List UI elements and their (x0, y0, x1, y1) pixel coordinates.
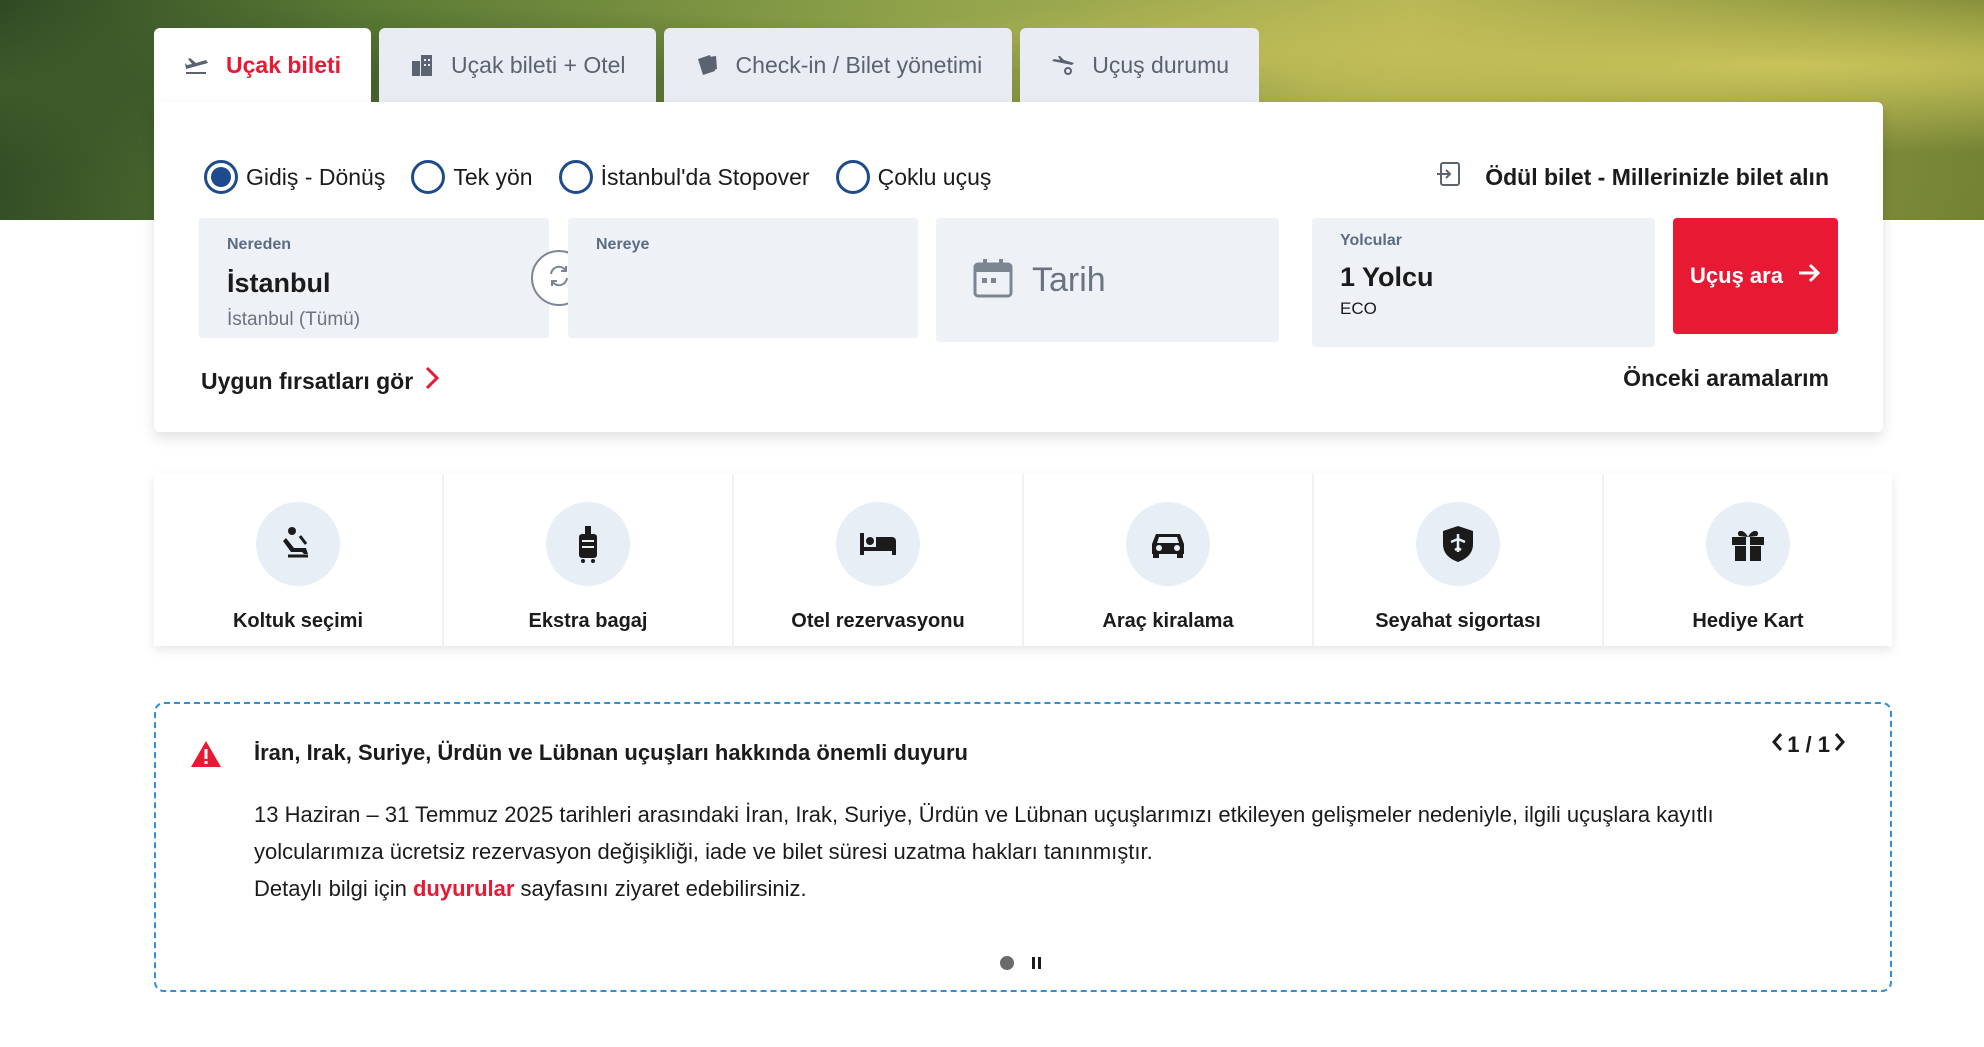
pause-icon[interactable] (1032, 957, 1041, 969)
search-button-label: Uçuş ara (1690, 263, 1783, 288)
carousel-dot[interactable] (1000, 956, 1014, 970)
shield-plane-icon (1416, 502, 1500, 586)
trip-type-label: Tek yön (453, 163, 533, 190)
trip-type-group: Gidiş - Dönüş Tek yön İstanbul'da Stopov… (204, 160, 991, 194)
service-travel-insurance[interactable]: Seyahat sigortası (1314, 474, 1604, 646)
passengers-field[interactable]: Yolcular 1 Yolcu ECO (1312, 218, 1655, 347)
booking-tabs: Uçak bileti Uçak bileti + Otel Check-in … (154, 28, 1260, 102)
deals-label: Uygun fırsatları gör (201, 367, 414, 394)
radio-button[interactable] (411, 160, 446, 194)
bed-icon (836, 502, 920, 586)
ticket-icon (694, 52, 720, 78)
login-arrow-icon (1435, 160, 1463, 194)
origin-label: Nereden (227, 236, 292, 253)
flight-search-card: Gidiş - Dönüş Tek yön İstanbul'da Stopov… (154, 102, 1883, 432)
tab-label: Uçak bileti (226, 51, 342, 78)
date-placeholder: Tarih (1032, 260, 1106, 299)
chevron-left-icon[interactable] (1771, 732, 1783, 758)
pager-text: 1 / 1 (1787, 732, 1830, 757)
tab-flight-hotel[interactable]: Uçak bileti + Otel (379, 28, 656, 102)
tab-checkin-manage[interactable]: Check-in / Bilet yönetimi (663, 28, 1013, 102)
passengers-label: Yolcular (1340, 232, 1402, 249)
trip-type-label: İstanbul'da Stopover (600, 163, 810, 190)
service-label: Ekstra bagaj (528, 610, 648, 632)
announcement-more-info: Detaylı bilgi için duyurular sayfasını z… (254, 870, 1814, 907)
radio-button[interactable] (835, 160, 870, 194)
service-hotel-booking[interactable]: Otel rezervasyonu (734, 474, 1024, 646)
carousel-controls (1000, 956, 1041, 970)
destination-label: Nereye (596, 236, 650, 253)
tab-label: Uçak bileti + Otel (451, 51, 626, 78)
luggage-icon (546, 502, 630, 586)
hotel-building-icon (409, 52, 435, 78)
trip-type-label: Çoklu uçuş (877, 163, 992, 190)
service-label: Araç kiralama (1102, 610, 1234, 632)
date-field[interactable]: Tarih (936, 218, 1279, 342)
origin-sub: İstanbul (Tümü) (227, 309, 361, 330)
service-car-rental[interactable]: Araç kiralama (1024, 474, 1314, 646)
flight-status-icon (1050, 52, 1076, 78)
service-label: Otel rezervasyonu (791, 610, 965, 632)
origin-value: İstanbul (227, 268, 331, 298)
announcements-link[interactable]: duyurular (413, 876, 514, 901)
radio-button-selected[interactable] (204, 160, 238, 194)
announcement-text: 13 Haziran – 31 Temmuz 2025 tarihleri ar… (254, 802, 1714, 864)
car-icon (1126, 502, 1210, 586)
warning-icon (190, 740, 222, 773)
service-seat-selection[interactable]: Koltuk seçimi (154, 474, 444, 646)
award-ticket-link[interactable]: Ödül bilet - Millerinizle bilet alın (1435, 160, 1829, 194)
service-extra-baggage[interactable]: Ekstra bagaj (444, 474, 734, 646)
trip-type-stopover[interactable]: İstanbul'da Stopover (558, 160, 810, 194)
service-label: Hediye Kart (1692, 610, 1804, 632)
seat-icon (256, 502, 340, 586)
chevron-right-icon (425, 366, 440, 396)
trip-type-multicity[interactable]: Çoklu uçuş (835, 160, 992, 194)
announcement-pager: 1 / 1 (1771, 732, 1846, 758)
origin-field[interactable]: Nereden İstanbul İstanbul (Tümü) (199, 218, 549, 338)
search-flights-button[interactable]: Uçuş ara (1673, 218, 1838, 334)
calendar-icon (972, 257, 1014, 304)
service-label: Seyahat sigortası (1375, 610, 1541, 632)
more-info-suffix: sayfasını ziyaret edebilirsiniz. (514, 876, 807, 901)
tab-label: Check-in / Bilet yönetimi (735, 51, 983, 78)
deals-link[interactable]: Uygun fırsatları gör (201, 366, 440, 396)
tab-label: Uçuş durumu (1092, 51, 1230, 78)
announcement-title: İran, Irak, Suriye, Ürdün ve Lübnan uçuş… (254, 740, 968, 765)
award-label: Ödül bilet - Millerinizle bilet alın (1485, 163, 1829, 190)
radio-button[interactable] (558, 160, 593, 194)
services-bar: Koltuk seçimi Ekstra bagaj Otel rezervas… (154, 474, 1892, 646)
service-gift-card[interactable]: Hediye Kart (1604, 474, 1892, 646)
announcement-body: 13 Haziran – 31 Temmuz 2025 tarihleri ar… (254, 796, 1814, 907)
cabin-class: ECO (1340, 299, 1377, 318)
tab-flight-ticket[interactable]: Uçak bileti (154, 28, 372, 102)
plane-takeoff-icon (184, 52, 210, 78)
gift-icon (1706, 502, 1790, 586)
chevron-right-icon[interactable] (1834, 732, 1846, 758)
passengers-value: 1 Yolcu (1340, 262, 1434, 292)
arrow-right-icon (1797, 262, 1821, 290)
trip-type-label: Gidiş - Dönüş (246, 163, 386, 190)
trip-type-oneway[interactable]: Tek yön (411, 160, 533, 194)
previous-searches-link[interactable]: Önceki aramalarım (1623, 365, 1829, 392)
trip-type-round[interactable]: Gidiş - Dönüş (204, 160, 385, 194)
announcement-box: İran, Irak, Suriye, Ürdün ve Lübnan uçuş… (154, 702, 1892, 992)
more-info-prefix: Detaylı bilgi için (254, 876, 413, 901)
destination-field[interactable]: Nereye (568, 218, 918, 338)
service-label: Koltuk seçimi (232, 610, 364, 632)
tab-flight-status[interactable]: Uçuş durumu (1020, 28, 1260, 102)
